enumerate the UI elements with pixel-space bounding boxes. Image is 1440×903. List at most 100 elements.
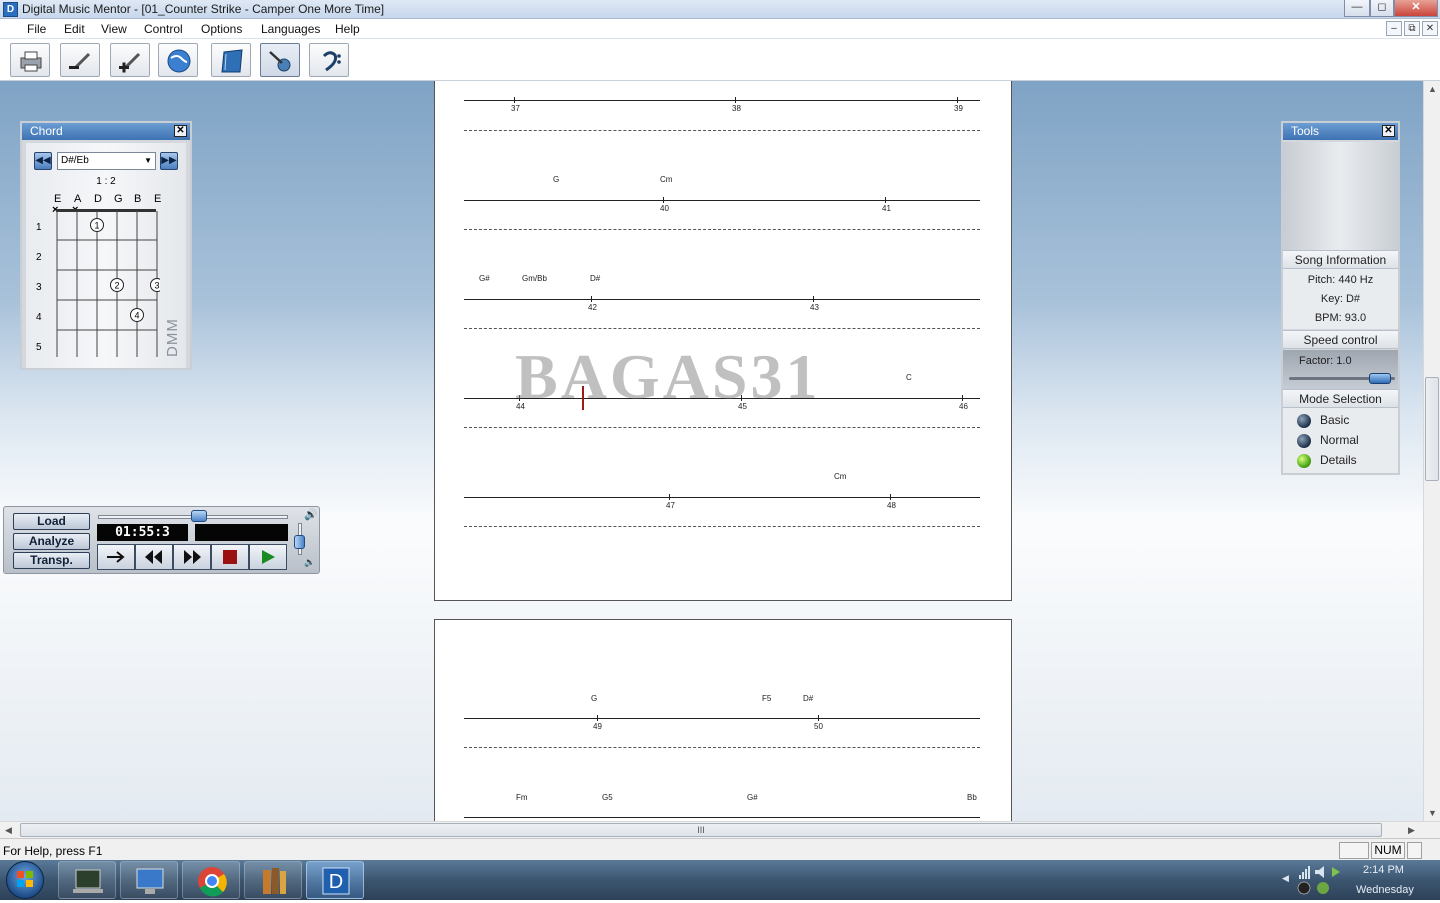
menu-help[interactable]: Help [335,22,360,36]
fast-forward-button[interactable] [173,544,211,570]
load-button[interactable]: Load [13,513,90,530]
string-name: G [114,193,123,205]
mdi-close-button[interactable]: ✕ [1422,21,1438,36]
chord-label[interactable]: G [591,694,597,703]
key-value: Key: D# [1320,293,1361,305]
chord-label[interactable]: D# [803,694,813,703]
chord-label[interactable]: D# [590,274,600,283]
mode-normal-radio[interactable] [1297,434,1311,448]
notebook-icon [221,49,243,73]
taskbar-terminal[interactable] [58,861,116,899]
print-button[interactable] [10,43,50,77]
transpose-button[interactable]: Transp. [13,552,90,569]
terminal-icon [73,869,103,893]
staff-line [464,817,980,818]
tab-dashed-line [464,328,980,329]
bar-number: 43 [810,303,819,312]
taskbar-library[interactable] [244,861,302,899]
menu-options[interactable]: Options [201,22,242,36]
status-num-indicator: NUM [1371,842,1405,859]
next-chord-button[interactable]: ▶▶ [160,152,178,170]
guitar-view-button[interactable] [260,43,300,77]
previous-chord-button[interactable]: ◀◀ [34,152,52,170]
loop-button[interactable] [97,544,135,570]
scroll-left-arrow[interactable]: ◀ [5,825,12,836]
menu-file[interactable]: File [27,22,46,36]
scroll-down-arrow[interactable]: ▼ [1428,808,1437,818]
staff-line [464,718,980,719]
scroll-up-arrow[interactable]: ▲ [1428,84,1437,94]
mode-details-radio[interactable] [1297,454,1311,468]
restore-button[interactable]: ◻ [1370,0,1394,17]
bar-tick [890,494,891,500]
rewind-button[interactable] [135,544,173,570]
chord-label[interactable]: G5 [602,793,613,802]
bar-number: 47 [666,501,675,510]
horizontal-scroll-thumb[interactable]: III [20,823,1382,837]
chord-ratio: 1 : 2 [96,176,116,187]
mode-details-label[interactable]: Details [1320,453,1357,467]
tools-panel-close-button[interactable]: ✕ [1382,125,1395,137]
mode-basic-label[interactable]: Basic [1320,413,1349,427]
bar-number: 40 [660,204,669,213]
taskbar-computer[interactable] [120,861,178,899]
menu-edit[interactable]: Edit [64,22,85,36]
mode-normal-label[interactable]: Normal [1320,433,1359,447]
menu-languages[interactable]: Languages [261,22,320,36]
zoom-in-button[interactable] [110,43,150,77]
toolbar [0,40,1440,81]
chord-select-value: D#/Eb [61,155,89,166]
chord-label[interactable]: C [906,373,912,382]
horizontal-scrollbar[interactable]: ◀ III ▶ [0,821,1440,838]
mode-basic-radio[interactable] [1297,414,1311,428]
bar-tick [591,296,592,302]
rewind-icon [145,550,162,564]
start-button[interactable] [6,861,44,899]
chord-label[interactable]: Gm/Bb [522,274,547,283]
chord-label[interactable]: G# [479,274,490,283]
chord-label[interactable]: G# [747,793,758,802]
bar-number: 50 [814,722,823,731]
play-button[interactable] [249,544,287,570]
volume-slider-thumb[interactable] [294,535,305,549]
scroll-right-arrow[interactable]: ▶ [1408,825,1415,836]
chord-label[interactable]: Cm [660,175,672,184]
close-button[interactable]: ✕ [1394,0,1438,17]
finger-position-1: 1 [90,218,104,232]
minimize-button[interactable]: — [1344,0,1370,17]
analyze-button[interactable]: Analyze [13,533,90,550]
vertical-scrollbar[interactable]: ▲ ▼ [1423,81,1440,821]
taskbar-chrome[interactable] [182,861,240,899]
mdi-minimize-button[interactable]: – [1386,21,1402,36]
tab-dashed-line [464,130,980,131]
stop-button[interactable] [211,544,249,570]
chord-label[interactable]: Cm [834,472,846,481]
svg-text:3: 3 [154,281,159,291]
staff-line [464,100,980,101]
position-slider-thumb[interactable] [191,510,207,522]
clock-time[interactable]: 2:14 PM [1363,864,1404,876]
bar-tick [663,197,664,203]
bar-tick [957,97,958,103]
chord-select[interactable]: D#/Eb ▼ [57,152,156,170]
bar-tick [962,395,963,401]
tools-panel: Tools ✕ Song Information Pitch: 440 Hz K… [1281,121,1400,475]
zoom-out-button[interactable] [60,43,100,77]
chord-label[interactable]: G [553,175,559,184]
tray-expand-icon[interactable]: ◀ [1282,873,1289,884]
staff-line [464,200,980,201]
chord-panel-close-button[interactable]: ✕ [174,125,187,137]
web-button[interactable] [158,43,198,77]
clock-day[interactable]: Wednesday [1356,884,1414,896]
notebook-button[interactable] [211,43,251,77]
chord-label[interactable]: Bb [967,793,977,802]
mdi-restore-button[interactable]: ⧉ [1404,21,1420,36]
menu-view[interactable]: View [101,22,127,36]
speed-slider-thumb[interactable] [1369,373,1391,384]
chord-label[interactable]: F5 [762,694,771,703]
menu-control[interactable]: Control [144,22,183,36]
vertical-scroll-thumb[interactable] [1425,377,1439,481]
chord-label[interactable]: Fm [516,793,528,802]
bass-view-button[interactable] [309,43,349,77]
taskbar-digital-music-mentor[interactable]: D [306,861,364,899]
